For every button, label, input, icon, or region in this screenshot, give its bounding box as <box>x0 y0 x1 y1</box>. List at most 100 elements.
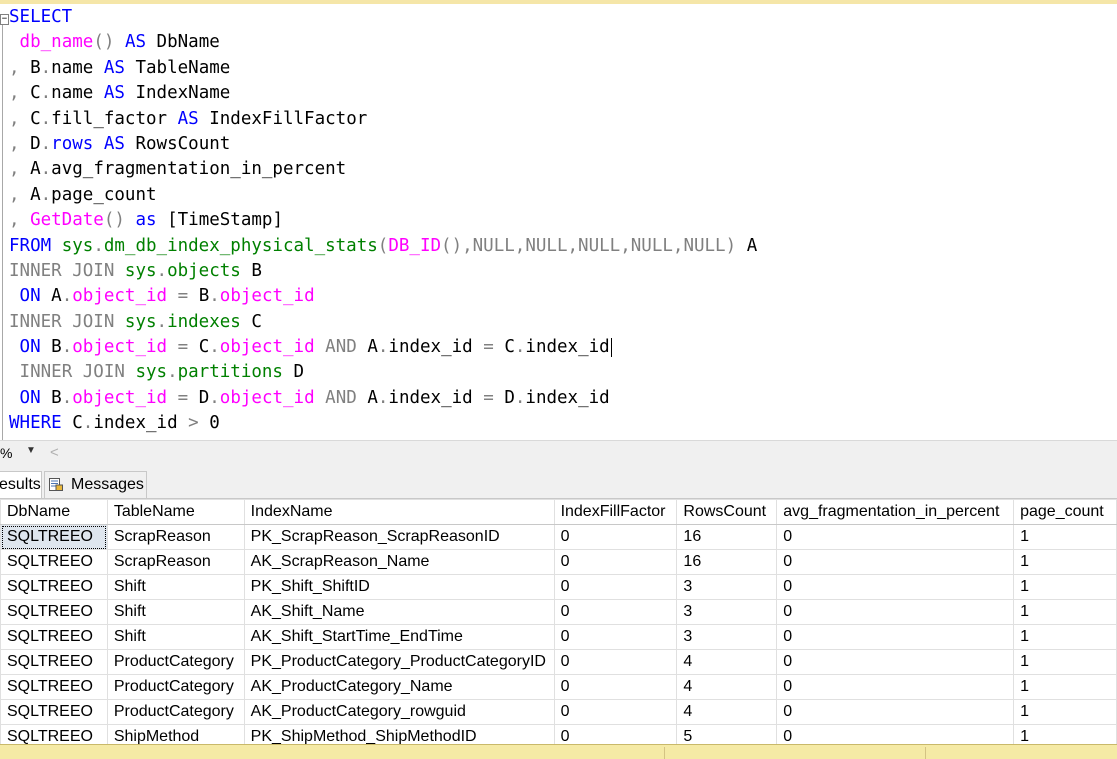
table-row[interactable]: SQLTREEO ProductCategory PK_ProductCategor… <box>0 649 1117 675</box>
table-cell[interactable]: 1 <box>1013 574 1117 600</box>
table-cell[interactable]: SQLTREEO <box>0 549 108 575</box>
table-cell[interactable]: AK_Shift_StartTime_EndTime <box>243 624 555 650</box>
column-header-tablename[interactable]: TableName <box>106 499 245 525</box>
table-cell[interactable]: 0 <box>553 699 678 725</box>
table-cell[interactable]: 0 <box>553 724 678 744</box>
table-row[interactable]: SQLTREEO ScrapReason PK_ScrapReason_ScrapR… <box>0 524 1117 550</box>
table-row[interactable]: SQLTREEO ScrapReason AK_ScrapReason_Name 0 1… <box>0 549 1117 575</box>
tab-messages[interactable]: Messages <box>44 471 147 498</box>
table-cell[interactable]: 0 <box>776 624 1015 650</box>
table-cell[interactable]: 1 <box>1013 674 1117 700</box>
column-header-rowscount[interactable]: RowsCount <box>676 499 778 525</box>
code-line[interactable]: , A.avg_fragmentation_in_percent <box>9 157 757 182</box>
table-cell[interactable]: SQLTREEO <box>0 574 108 600</box>
zoom-dropdown-icon[interactable]: ▼ <box>26 445 36 456</box>
table-cell[interactable]: SQLTREEO <box>0 649 108 675</box>
scroll-left-icon[interactable]: < <box>50 444 59 461</box>
table-cell[interactable]: 0 <box>553 649 678 675</box>
code-line[interactable]: db_name() AS DbName <box>9 30 757 55</box>
table-cell[interactable]: 1 <box>1013 524 1117 550</box>
table-cell[interactable]: 0 <box>776 674 1015 700</box>
table-cell[interactable]: 4 <box>676 674 778 700</box>
code-line[interactable]: ON B.object_id = C.object_id AND A.index… <box>9 335 757 360</box>
table-cell[interactable]: ProductCategory <box>106 674 245 700</box>
code-line[interactable]: WHERE C.index_id > 0 <box>9 411 757 436</box>
code-line[interactable]: , D.rows AS RowsCount <box>9 132 757 157</box>
table-row[interactable]: SQLTREEO ProductCategory AK_ProductCategor… <box>0 674 1117 700</box>
table-cell[interactable]: 3 <box>676 574 778 600</box>
table-cell[interactable]: ProductCategory <box>106 699 245 725</box>
table-cell[interactable]: SQLTREEO <box>0 674 108 700</box>
zoom-level[interactable]: % <box>0 445 12 461</box>
table-cell[interactable]: 1 <box>1013 724 1117 744</box>
table-cell[interactable]: PK_ProductCategory_ProductCategoryID <box>243 649 555 675</box>
table-cell[interactable]: 0 <box>553 524 678 550</box>
column-header-avg-fragmentation-in-percent[interactable]: avg_fragmentation_in_percent <box>776 499 1015 525</box>
table-cell[interactable]: ShipMethod <box>106 724 245 744</box>
table-cell[interactable]: 0 <box>776 724 1015 744</box>
code-line[interactable]: , GetDate() as [TimeStamp] <box>9 208 757 233</box>
table-cell[interactable]: AK_ScrapReason_Name <box>243 549 555 575</box>
table-row[interactable]: SQLTREEO Shift AK_Shift_Name 0 3 0 1 <box>0 599 1117 625</box>
code-line[interactable]: INNER JOIN sys.objects B <box>9 259 757 284</box>
table-cell[interactable]: 1 <box>1013 699 1117 725</box>
code-line[interactable]: , C.name AS IndexName <box>9 81 757 106</box>
table-cell[interactable]: 0 <box>776 549 1015 575</box>
table-cell[interactable]: SQLTREEO <box>0 699 108 725</box>
table-cell[interactable]: SQLTREEO <box>0 624 108 650</box>
column-header-dbname[interactable]: DbName <box>0 499 108 525</box>
table-cell[interactable]: 0 <box>776 599 1015 625</box>
table-cell[interactable]: PK_ScrapReason_ScrapReasonID <box>243 524 555 550</box>
table-cell[interactable]: Shift <box>106 599 245 625</box>
code-line[interactable]: INNER JOIN sys.indexes C <box>9 310 757 335</box>
table-row[interactable]: SQLTREEO ProductCategory AK_ProductCategor… <box>0 699 1117 725</box>
sql-code[interactable]: SELECT db_name() AS DbName, B.name AS Ta… <box>9 5 757 437</box>
table-cell[interactable]: ScrapReason <box>106 549 245 575</box>
collapse-minus-icon[interactable]: − <box>0 14 9 25</box>
table-row[interactable]: SQLTREEO ShipMethod PK_ShipMethod_ShipMeth… <box>0 724 1117 744</box>
code-line[interactable]: , A.page_count <box>9 183 757 208</box>
column-header-indexname[interactable]: IndexName <box>243 499 555 525</box>
column-header-indexfillfactor[interactable]: IndexFillFactor <box>553 499 678 525</box>
code-line[interactable]: , B.name AS TableName <box>9 56 757 81</box>
table-cell[interactable]: SQLTREEO <box>0 724 108 744</box>
table-cell[interactable]: 4 <box>676 649 778 675</box>
tab-results[interactable]: esults <box>0 471 42 498</box>
table-cell[interactable]: 1 <box>1013 549 1117 575</box>
code-line[interactable]: SELECT <box>9 5 757 30</box>
table-cell[interactable]: 0 <box>553 599 678 625</box>
table-cell[interactable]: 4 <box>676 699 778 725</box>
table-cell[interactable]: 0 <box>776 649 1015 675</box>
table-cell[interactable]: ScrapReason <box>106 524 245 550</box>
table-cell[interactable]: 16 <box>676 524 778 550</box>
table-cell[interactable]: Shift <box>106 574 245 600</box>
column-header-page-count[interactable]: page_count <box>1013 499 1117 525</box>
table-cell[interactable]: AK_ProductCategory_Name <box>243 674 555 700</box>
query-editor[interactable]: − SELECT db_name() AS DbName, B.name AS … <box>0 4 1117 440</box>
table-cell[interactable]: SQLTREEO <box>0 599 108 625</box>
table-cell[interactable]: 1 <box>1013 599 1117 625</box>
table-cell[interactable]: 1 <box>1013 649 1117 675</box>
table-cell[interactable]: 16 <box>676 549 778 575</box>
table-cell[interactable]: 0 <box>553 674 678 700</box>
table-cell[interactable]: 0 <box>553 624 678 650</box>
table-cell[interactable]: 0 <box>776 699 1015 725</box>
table-cell[interactable]: PK_ShipMethod_ShipMethodID <box>243 724 555 744</box>
table-cell[interactable]: SQLTREEO <box>0 524 108 550</box>
table-cell[interactable]: AK_Shift_Name <box>243 599 555 625</box>
table-cell[interactable]: 0 <box>553 549 678 575</box>
table-cell[interactable]: Shift <box>106 624 245 650</box>
table-cell[interactable]: 5 <box>676 724 778 744</box>
code-line[interactable]: ON A.object_id = B.object_id <box>9 284 757 309</box>
table-cell[interactable]: 3 <box>676 624 778 650</box>
table-cell[interactable]: 0 <box>776 574 1015 600</box>
results-grid[interactable]: DbName TableName IndexName IndexFillFactor R… <box>0 499 1117 744</box>
code-line[interactable]: INNER JOIN sys.partitions D <box>9 360 757 385</box>
table-cell[interactable]: AK_ProductCategory_rowguid <box>243 699 555 725</box>
table-row[interactable]: SQLTREEO Shift AK_Shift_StartTime_EndTime 0… <box>0 624 1117 650</box>
table-cell[interactable]: 1 <box>1013 624 1117 650</box>
table-cell[interactable]: 0 <box>776 524 1015 550</box>
table-row[interactable]: SQLTREEO Shift PK_Shift_ShiftID 0 3 0 1 <box>0 574 1117 600</box>
table-cell[interactable]: 3 <box>676 599 778 625</box>
code-line[interactable]: ON B.object_id = D.object_id AND A.index… <box>9 386 757 411</box>
